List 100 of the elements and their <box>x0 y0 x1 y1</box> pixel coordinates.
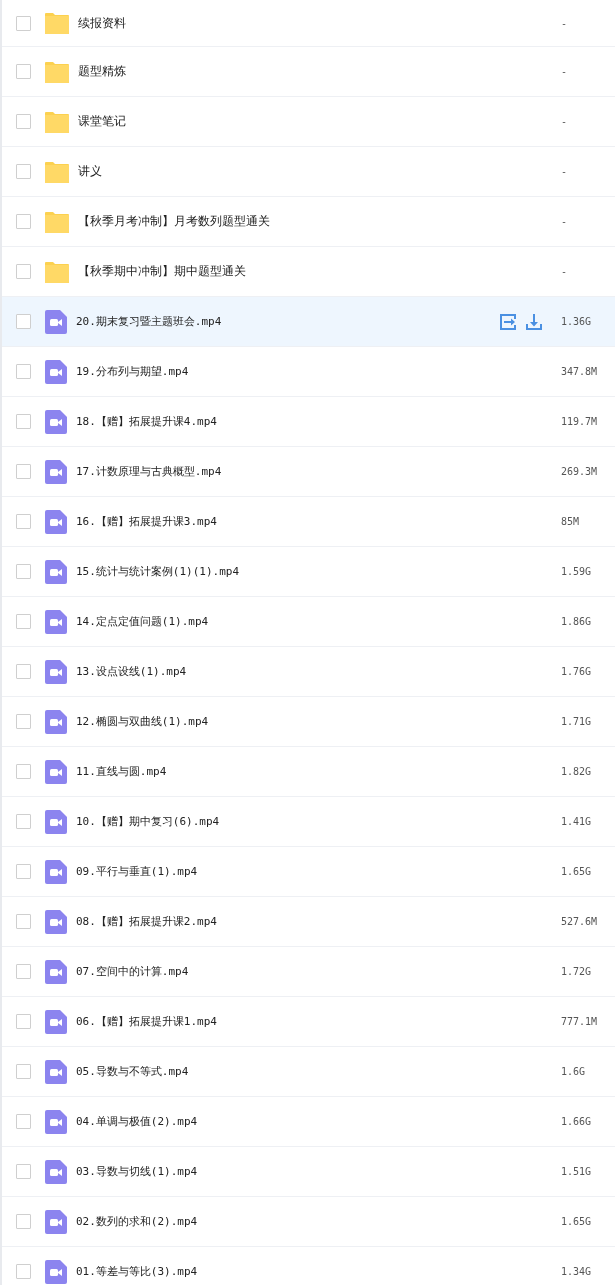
checkbox[interactable] <box>16 964 31 979</box>
checkbox[interactable] <box>16 364 31 379</box>
file-name: 【秋季期中冲制】期中题型通关 <box>78 263 247 280</box>
file-name: 08.【赠】拓展提升课2.mp4 <box>76 914 218 929</box>
file-row[interactable]: 17.计数原理与古典概型.mp4 269.3M <box>2 447 615 497</box>
video-file-icon <box>45 1159 67 1184</box>
file-name: 15.统计与统计案例(1)(1).mp4 <box>76 564 241 579</box>
file-row[interactable]: 课堂笔记 - <box>2 97 615 147</box>
file-name: 20.期末复习暨主题班会.mp4 <box>76 314 223 329</box>
file-row[interactable]: 20.期末复习暨主题班会.mp4 1.36G <box>2 297 615 347</box>
folder-icon <box>45 110 69 133</box>
file-name: 02.数列的求和(2).mp4 <box>76 1214 199 1229</box>
file-name: 讲义 <box>78 163 103 180</box>
file-size: 1.71G <box>561 716 593 727</box>
file-name: 06.【赠】拓展提升课1.mp4 <box>76 1014 218 1029</box>
file-row[interactable]: 【秋季月考冲制】月考数列题型通关 - <box>2 197 615 247</box>
file-row[interactable]: 题型精炼 - <box>2 47 615 97</box>
file-row[interactable]: 14.定点定值问题(1).mp4 1.86G <box>2 597 615 647</box>
file-row[interactable]: 04.单调与极值(2).mp4 1.66G <box>2 1097 615 1147</box>
checkbox[interactable] <box>16 114 31 129</box>
video-file-icon <box>45 309 67 334</box>
checkbox[interactable] <box>16 1214 31 1229</box>
file-row[interactable]: 15.统计与统计案例(1)(1).mp4 1.59G <box>2 547 615 597</box>
file-row[interactable]: 11.直线与圆.mp4 1.82G <box>2 747 615 797</box>
video-file-icon <box>45 559 67 584</box>
file-row[interactable]: 07.空间中的计算.mp4 1.72G <box>2 947 615 997</box>
checkbox[interactable] <box>16 414 31 429</box>
file-name: 18.【赠】拓展提升课4.mp4 <box>76 414 218 429</box>
checkbox[interactable] <box>16 214 31 229</box>
video-file-icon <box>45 359 67 384</box>
checkbox[interactable] <box>16 264 31 279</box>
checkbox[interactable] <box>16 15 31 31</box>
file-size: 1.51G <box>561 1166 593 1177</box>
video-file-icon <box>45 1259 67 1284</box>
file-row[interactable]: 18.【赠】拓展提升课4.mp4 119.7M <box>2 397 615 447</box>
video-file-icon <box>45 859 67 884</box>
file-name: 17.计数原理与古典概型.mp4 <box>76 464 223 479</box>
file-name: 04.单调与极值(2).mp4 <box>76 1114 199 1129</box>
download-icon[interactable] <box>525 312 543 331</box>
checkbox[interactable] <box>16 664 31 679</box>
checkbox[interactable] <box>16 464 31 479</box>
file-name: 续报资料 <box>78 14 127 32</box>
folder-icon <box>45 160 69 183</box>
file-size: 1.65G <box>561 1216 593 1227</box>
file-size: 1.34G <box>561 1266 593 1277</box>
file-size: 777.1M <box>561 1016 599 1027</box>
video-file-icon <box>45 1059 67 1084</box>
checkbox[interactable] <box>16 514 31 529</box>
file-name: 01.等差与等比(3).mp4 <box>76 1264 199 1279</box>
video-file-icon <box>45 659 67 684</box>
file-row[interactable]: 03.导数与切线(1).mp4 1.51G <box>2 1147 615 1197</box>
file-size: 1.36G <box>561 316 593 327</box>
video-file-icon <box>45 959 67 984</box>
file-row[interactable]: 10.【赠】期中复习(6).mp4 1.41G <box>2 797 615 847</box>
file-row[interactable]: 13.设点设线(1).mp4 1.76G <box>2 647 615 697</box>
file-size: - <box>561 216 569 227</box>
file-row[interactable]: 02.数列的求和(2).mp4 1.65G <box>2 1197 615 1247</box>
checkbox[interactable] <box>16 914 31 929</box>
file-size: 1.41G <box>561 816 593 827</box>
file-size: 527.6M <box>561 916 599 927</box>
checkbox[interactable] <box>16 714 31 729</box>
video-file-icon <box>45 809 67 834</box>
file-row[interactable]: 19.分布列与期望.mp4 347.8M <box>2 347 615 397</box>
file-row[interactable]: 16.【赠】拓展提升课3.mp4 85M <box>2 497 615 547</box>
file-size: 1.65G <box>561 866 593 877</box>
checkbox[interactable] <box>16 614 31 629</box>
file-size: 1.72G <box>561 966 593 977</box>
checkbox[interactable] <box>16 1164 31 1179</box>
file-row[interactable]: 12.椭圆与双曲线(1).mp4 1.71G <box>2 697 615 747</box>
share-icon[interactable] <box>499 312 517 331</box>
video-file-icon <box>45 1009 67 1034</box>
checkbox[interactable] <box>16 1064 31 1079</box>
file-size: 85M <box>561 516 581 527</box>
checkbox[interactable] <box>16 1264 31 1279</box>
file-row[interactable]: 09.平行与垂直(1).mp4 1.65G <box>2 847 615 897</box>
checkbox[interactable] <box>16 164 31 179</box>
file-row[interactable]: 续报资料 - <box>2 0 615 47</box>
file-row[interactable]: 讲义 - <box>2 147 615 197</box>
file-row[interactable]: 01.等差与等比(3).mp4 1.34G <box>2 1247 615 1285</box>
video-file-icon <box>45 909 67 934</box>
checkbox[interactable] <box>16 1114 31 1129</box>
file-row[interactable]: 08.【赠】拓展提升课2.mp4 527.6M <box>2 897 615 947</box>
file-name: 题型精炼 <box>78 63 127 80</box>
checkbox[interactable] <box>16 564 31 579</box>
file-name: 课堂笔记 <box>78 113 127 130</box>
checkbox[interactable] <box>16 814 31 829</box>
folder-icon <box>45 12 69 34</box>
file-size: - <box>561 17 569 29</box>
checkbox[interactable] <box>16 764 31 779</box>
checkbox[interactable] <box>16 314 31 329</box>
checkbox[interactable] <box>16 64 31 79</box>
checkbox[interactable] <box>16 864 31 879</box>
file-size: 1.82G <box>561 766 593 777</box>
checkbox[interactable] <box>16 1014 31 1029</box>
file-size: 1.66G <box>561 1116 593 1127</box>
file-row[interactable]: 05.导数与不等式.mp4 1.6G <box>2 1047 615 1097</box>
file-size: 269.3M <box>561 466 599 477</box>
folder-icon <box>45 260 69 283</box>
file-row[interactable]: 06.【赠】拓展提升课1.mp4 777.1M <box>2 997 615 1047</box>
file-size: 119.7M <box>561 416 599 427</box>
